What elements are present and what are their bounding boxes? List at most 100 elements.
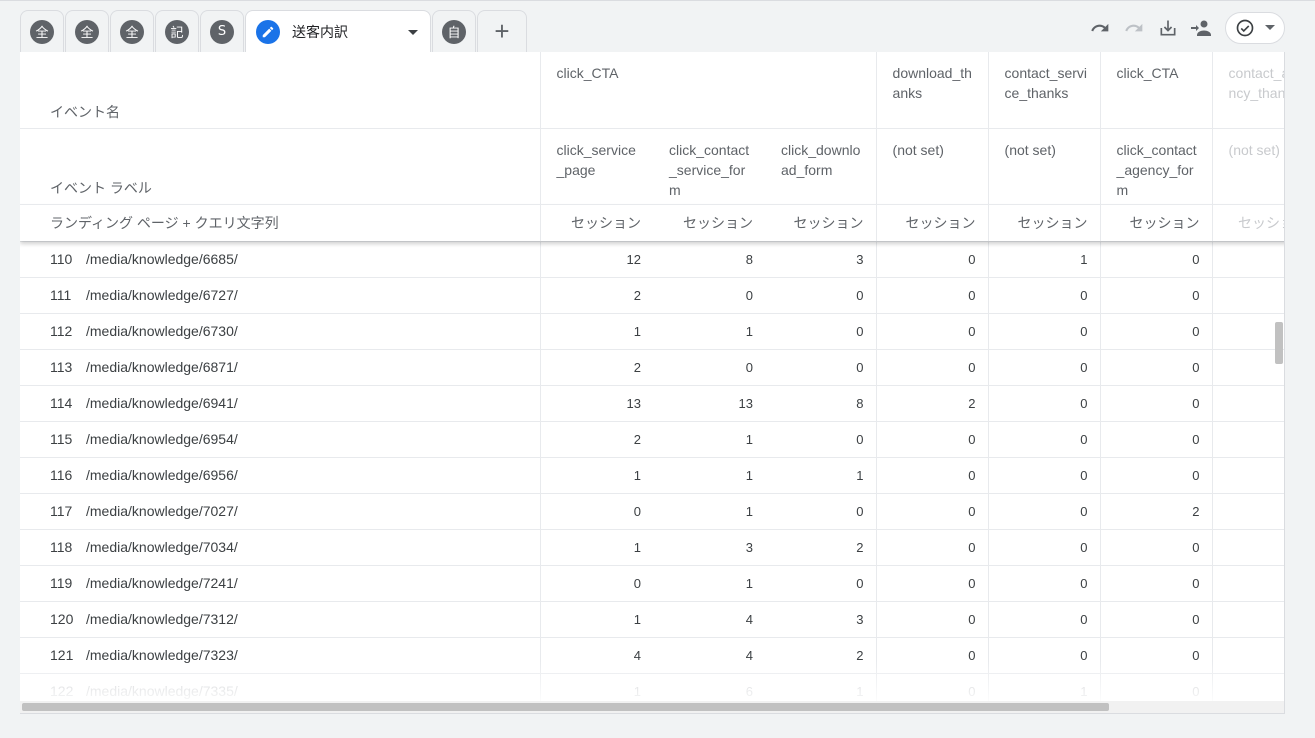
landing-page-cell[interactable]: 114/media/knowledge/6941/	[20, 385, 540, 422]
session-count-cell: 0	[875, 529, 989, 566]
landing-page-header[interactable]: ランディング ページ + クエリ文字列	[20, 204, 540, 242]
undo-icon[interactable]	[1083, 12, 1117, 44]
tab-7[interactable]: 自	[432, 10, 476, 52]
landing-page-cell[interactable]: 120/media/knowledge/7312/	[20, 601, 540, 638]
tab-badge: 記	[165, 19, 189, 44]
session-count-cell: 0	[765, 565, 877, 602]
metric-header[interactable]: セッション	[539, 204, 653, 242]
status-menu[interactable]	[1225, 12, 1285, 44]
session-count-cell: 0	[653, 349, 765, 386]
share-icon[interactable]	[1185, 12, 1219, 44]
row-index: 116	[50, 467, 73, 483]
table-row[interactable]: 114/media/knowledge/6941/13 13 8 2 0 0	[20, 385, 1284, 422]
download-icon[interactable]	[1151, 12, 1185, 44]
session-count-cell: 0	[765, 421, 877, 458]
session-count-cell: 0	[987, 529, 1101, 566]
event-group-header: contact_service_thanks	[1004, 65, 1088, 101]
row-index: 115	[50, 431, 73, 447]
tab-4[interactable]: 記	[155, 10, 199, 52]
table-row[interactable]: 121/media/knowledge/7323/4 4 2 0 0 0	[20, 637, 1284, 674]
session-count-cell	[1211, 493, 1284, 530]
table-row[interactable]: 117/media/knowledge/7027/0 1 0 0 0 2	[20, 493, 1284, 530]
event-name-header: イベント名	[20, 52, 540, 129]
vertical-scrollbar[interactable]	[1275, 322, 1283, 364]
table-row[interactable]: 112/media/knowledge/6730/1 1 0 0 0 0	[20, 313, 1284, 350]
session-count-cell: 0	[1099, 601, 1213, 638]
table-body: 110/media/knowledge/6685/12 8 3 0 1 0 111/medi…	[20, 241, 1284, 710]
metric-header[interactable]: セッション	[765, 204, 877, 242]
landing-page-cell[interactable]: 115/media/knowledge/6954/	[20, 421, 540, 458]
table-row[interactable]: 113/media/knowledge/6871/2 0 0 0 0 0	[20, 349, 1284, 386]
landing-page-cell[interactable]: 121/media/knowledge/7323/	[20, 637, 540, 674]
landing-page-path: /media/knowledge/7323/	[86, 647, 238, 663]
session-count-cell: 0	[987, 457, 1101, 494]
tab-2[interactable]: 全	[65, 10, 109, 52]
row-index: 122	[50, 683, 74, 699]
session-count-cell: 0	[1099, 421, 1213, 458]
tab-active[interactable]: 送客内訳	[245, 10, 431, 53]
landing-page-path: /media/knowledge/7034/	[86, 539, 238, 555]
row-index: 114	[50, 395, 73, 411]
session-count-cell: 2	[765, 637, 877, 674]
landing-page-cell[interactable]: 111/media/knowledge/6727/	[20, 277, 540, 314]
horizontal-scrollbar[interactable]	[22, 703, 1109, 711]
session-count-cell: 0	[875, 421, 989, 458]
session-count-cell: 1	[539, 313, 653, 350]
event-label: (not set)	[892, 141, 944, 158]
session-count-cell	[1211, 457, 1284, 494]
landing-page-cell[interactable]: 119/media/knowledge/7241/	[20, 565, 540, 602]
session-count-cell	[1211, 601, 1284, 638]
table-row[interactable]: 110/media/knowledge/6685/12 8 3 0 1 0	[20, 241, 1284, 278]
metric-header[interactable]: セッション	[875, 204, 989, 242]
session-count-cell: 0	[987, 349, 1101, 386]
session-count-cell: 1	[653, 421, 765, 458]
tab-badge: 全	[75, 19, 99, 44]
metric-header[interactable]: セッション	[653, 204, 765, 242]
metric-header[interactable]: セッション	[1099, 204, 1213, 242]
landing-page-path: /media/knowledge/6871/	[86, 359, 238, 375]
session-count-cell	[1211, 241, 1284, 278]
session-count-cell: 0	[539, 565, 653, 602]
redo-icon[interactable]	[1117, 12, 1151, 44]
event-name-header-row: イベント名 click_CTA download_thanks contact_…	[20, 52, 1285, 129]
session-count-cell: 1	[539, 529, 653, 566]
landing-page-cell[interactable]: 110/media/knowledge/6685/	[20, 241, 540, 278]
session-count-cell: 4	[653, 601, 765, 638]
add-tab-button[interactable]: +	[477, 10, 527, 52]
table-row[interactable]: 118/media/knowledge/7034/1 3 2 0 0 0	[20, 529, 1284, 566]
landing-page-cell[interactable]: 116/media/knowledge/6956/	[20, 457, 540, 494]
event-label: click_service_page	[556, 141, 636, 178]
landing-page-cell[interactable]: 113/media/knowledge/6871/	[20, 349, 540, 386]
session-count-cell: 1	[539, 601, 653, 638]
tab-5[interactable]: S	[200, 10, 244, 52]
event-group-header: contact_agency_thanks	[1228, 65, 1285, 101]
landing-page-cell[interactable]: 118/media/knowledge/7034/	[20, 529, 540, 566]
session-count-cell: 0	[1099, 385, 1213, 422]
landing-page-cell[interactable]: 112/media/knowledge/6730/	[20, 313, 540, 350]
table-row[interactable]: 119/media/knowledge/7241/0 1 0 0 0 0	[20, 565, 1284, 602]
table-row[interactable]: 120/media/knowledge/7312/1 4 3 0 0 0	[20, 601, 1284, 638]
tab-3[interactable]: 全	[110, 10, 154, 52]
session-count-cell: 2	[539, 421, 653, 458]
pivot-table: イベント名 click_CTA download_thanks contact_…	[20, 52, 1285, 710]
session-count-cell: 0	[765, 349, 877, 386]
table-row[interactable]: 115/media/knowledge/6954/2 1 0 0 0 0	[20, 421, 1284, 458]
landing-page-path: /media/knowledge/7335/	[86, 683, 238, 699]
table-row[interactable]: 111/media/knowledge/6727/2 0 0 0 0 0	[20, 277, 1284, 314]
session-count-cell: 0	[987, 385, 1101, 422]
session-count-cell: 13	[539, 385, 653, 422]
landing-page-path: /media/knowledge/7027/	[86, 503, 238, 519]
metric-header[interactable]: セッション	[987, 204, 1101, 242]
tab-badge: 全	[30, 19, 54, 44]
check-circle-icon	[1236, 19, 1254, 37]
landing-page-path: /media/knowledge/6727/	[86, 287, 238, 303]
chevron-down-icon	[1265, 25, 1275, 30]
landing-page-cell[interactable]: 117/media/knowledge/7027/	[20, 493, 540, 530]
chevron-down-icon[interactable]	[408, 29, 418, 35]
session-count-cell: 0	[875, 637, 989, 674]
session-count-cell: 0	[987, 421, 1101, 458]
tab-badge: S	[210, 19, 234, 44]
table-row[interactable]: 116/media/knowledge/6956/1 1 1 0 0 0	[20, 457, 1284, 494]
metric-header[interactable]: セッション	[1211, 204, 1284, 242]
tab-1[interactable]: 全	[20, 10, 64, 52]
